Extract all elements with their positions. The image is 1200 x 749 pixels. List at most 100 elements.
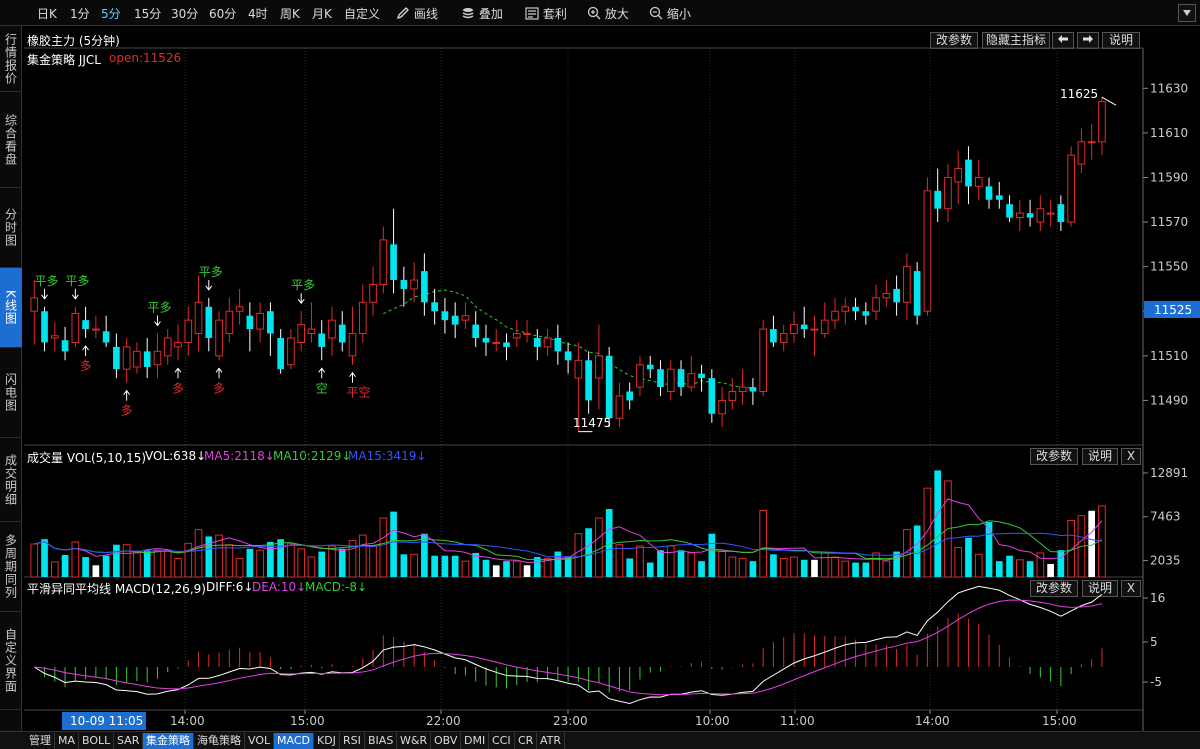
volume-bar-up bbox=[30, 543, 39, 578]
volume-bar-down bbox=[523, 565, 531, 577]
time-tick-label: 14:00 bbox=[915, 714, 950, 728]
indicator-tab-15[interactable]: CR bbox=[515, 733, 538, 749]
volume-bar-down bbox=[985, 522, 993, 577]
volume-bar-up bbox=[666, 545, 675, 578]
signal-label: 空 bbox=[316, 381, 328, 395]
volume-bar-down bbox=[1006, 555, 1013, 577]
candle-down bbox=[749, 387, 757, 392]
volume-bar-up bbox=[882, 560, 891, 578]
candle-up bbox=[256, 312, 264, 330]
candle-down bbox=[995, 195, 1003, 200]
volume-bar-down bbox=[646, 562, 654, 577]
candle-down bbox=[246, 315, 254, 330]
candle-up bbox=[461, 315, 470, 321]
candle-down bbox=[277, 337, 284, 370]
indicator-tab-9[interactable]: RSI bbox=[340, 733, 365, 749]
volume-bar-up bbox=[133, 552, 141, 578]
candle-up bbox=[92, 328, 100, 331]
candle-down bbox=[913, 271, 921, 316]
candle-down bbox=[503, 342, 510, 347]
macd-tick-label: 5 bbox=[1150, 635, 1158, 649]
candle-up bbox=[923, 190, 932, 312]
candle-up bbox=[194, 301, 203, 335]
candle-down bbox=[770, 329, 777, 343]
signal-label: 平多 bbox=[35, 274, 59, 288]
cursor-time-label: 10-09 11:05 bbox=[70, 714, 143, 728]
indicator-tab-7[interactable]: MACD bbox=[274, 733, 314, 749]
candle-down bbox=[800, 324, 808, 330]
volume-bar-down bbox=[564, 557, 572, 577]
candle-up bbox=[379, 239, 388, 285]
volume-bar-down bbox=[554, 551, 562, 577]
indicator-tab-6[interactable]: VOL bbox=[245, 733, 275, 749]
volume-bar-down bbox=[934, 470, 942, 577]
candle-down bbox=[451, 315, 459, 325]
volume-bar-up bbox=[50, 561, 59, 578]
indicator-tab-5[interactable]: 海龟策略 bbox=[194, 733, 245, 749]
volume-bar-down bbox=[698, 561, 705, 577]
candle-up bbox=[71, 312, 80, 343]
macd-tick-label: 16 bbox=[1150, 591, 1165, 605]
candle-up bbox=[974, 176, 983, 187]
candle-up bbox=[225, 310, 234, 335]
candle-up bbox=[759, 328, 767, 392]
candle-up bbox=[50, 335, 59, 339]
volume-bar-up bbox=[831, 556, 839, 578]
time-tick-label: 15:00 bbox=[290, 714, 325, 728]
time-tick-label: 15:00 bbox=[1042, 714, 1077, 728]
volume-bar-up bbox=[923, 487, 932, 578]
indicator-tab-12[interactable]: OBV bbox=[431, 733, 462, 749]
candle-up bbox=[523, 333, 531, 336]
candle-up bbox=[410, 279, 418, 290]
indicator-tab-11[interactable]: W&R bbox=[397, 733, 432, 749]
time-tick-label: 22:00 bbox=[426, 714, 461, 728]
volume-bar-up bbox=[328, 545, 336, 578]
volume-bar-down bbox=[82, 557, 89, 577]
candle-down bbox=[1026, 213, 1034, 218]
volume-bar-up bbox=[153, 549, 162, 578]
signal-arrow-up bbox=[174, 367, 182, 379]
candle-up bbox=[1067, 154, 1075, 223]
kline-chart[interactable]: 平多 平多多多平多多平多多平多空 平空 1163011610115901157011… bbox=[0, 0, 1200, 749]
volume-bar-down bbox=[770, 554, 777, 577]
signal-arrow-down bbox=[71, 288, 79, 300]
candle-up bbox=[153, 350, 162, 366]
volume-bar-up bbox=[122, 544, 131, 578]
volume-bar-up bbox=[297, 548, 306, 578]
indicator-tab-8[interactable]: KDJ bbox=[314, 733, 340, 749]
indicator-tab-1[interactable]: MA bbox=[55, 733, 80, 749]
indicator-tab-0[interactable]: 管理 bbox=[26, 733, 55, 749]
indicator-tab-14[interactable]: CCI bbox=[489, 733, 515, 749]
volume-bar-down bbox=[749, 561, 757, 577]
macd-tick-label: -5 bbox=[1150, 675, 1162, 689]
signal-label: 多 bbox=[80, 359, 92, 373]
signal-arrow-up bbox=[82, 345, 89, 356]
indicator-tab-13[interactable]: DMI bbox=[461, 733, 490, 749]
volume-bar-up bbox=[615, 544, 624, 578]
volume-bar-down bbox=[246, 548, 254, 577]
candle-up bbox=[810, 328, 819, 331]
candle-down bbox=[852, 306, 859, 312]
candle-up bbox=[636, 364, 644, 388]
indicator-tab-2[interactable]: BOLL bbox=[79, 733, 115, 749]
volume-bar-up bbox=[738, 557, 747, 578]
volume-bar-down bbox=[92, 565, 100, 577]
volume-bar-up bbox=[256, 549, 264, 578]
volume-bar-up bbox=[779, 557, 788, 578]
indicator-tab-3[interactable]: SAR bbox=[114, 733, 144, 749]
candle-up bbox=[328, 319, 336, 339]
indicator-tab-4[interactable]: 集金策略 bbox=[143, 733, 194, 749]
volume-bar-up bbox=[410, 553, 418, 578]
candle-down bbox=[482, 337, 490, 343]
indicator-tab-10[interactable]: BIAS bbox=[365, 733, 398, 749]
candle-up bbox=[1015, 212, 1024, 219]
time-tick-label: 14:00 bbox=[170, 714, 205, 728]
candle-up bbox=[954, 168, 963, 183]
signal-arrow-down bbox=[297, 293, 305, 305]
candle-down bbox=[1006, 204, 1013, 218]
signal-arrow-down bbox=[205, 279, 213, 291]
candle-up bbox=[235, 306, 244, 312]
indicator-tab-16[interactable]: ATR bbox=[537, 733, 566, 749]
volume-bar-down bbox=[626, 558, 634, 577]
volume-bar-up bbox=[974, 553, 983, 578]
